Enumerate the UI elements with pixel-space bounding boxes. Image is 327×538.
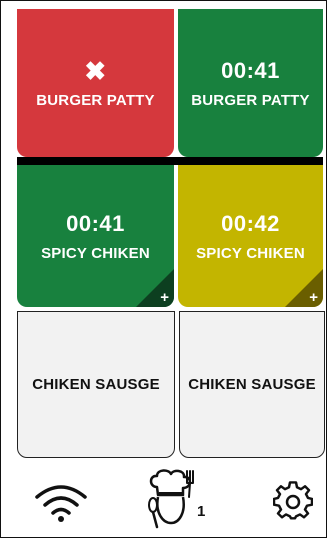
plus-icon[interactable]: + — [160, 290, 169, 305]
tile-burger-patty-2[interactable]: 00:41 BURGER PATTY — [178, 9, 323, 157]
bottom-bar: 1 — [1, 461, 326, 537]
tile-label: BURGER PATTY — [36, 91, 155, 109]
gear-icon[interactable] — [273, 481, 313, 521]
tile-timer: 00:42 — [221, 210, 280, 236]
tile-timer: 00:41 — [221, 57, 280, 83]
plus-icon[interactable]: + — [309, 290, 318, 305]
tile-chiken-sausge-2[interactable]: CHIKEN SAUSGE — [179, 311, 325, 458]
wifi-icon[interactable] — [33, 483, 89, 523]
tile-timer: 00:41 — [66, 210, 125, 236]
tile-label: CHIKEN SAUSGE — [32, 376, 160, 393]
tile-label: SPICY CHIKEN — [196, 244, 305, 262]
chef-count: 1 — [197, 503, 206, 520]
tile-spicy-chiken-2[interactable]: 00:42 SPICY CHIKEN + — [178, 165, 323, 307]
tile-grid: ✖ BURGER PATTY 00:41 BURGER PATTY 00:41 … — [1, 1, 326, 459]
row-divider — [17, 157, 323, 165]
tile-chiken-sausge-1[interactable]: CHIKEN SAUSGE — [17, 311, 175, 458]
tile-burger-patty-1[interactable]: ✖ BURGER PATTY — [17, 9, 174, 157]
tile-spicy-chiken-1[interactable]: 00:41 SPICY CHIKEN + — [17, 165, 174, 307]
app-frame: ✖ BURGER PATTY 00:41 BURGER PATTY 00:41 … — [0, 0, 327, 538]
tile-label: SPICY CHIKEN — [41, 244, 150, 262]
tile-label: CHIKEN SAUSGE — [188, 376, 316, 393]
close-icon: ✖ — [84, 55, 107, 86]
chef-icon[interactable] — [143, 467, 199, 531]
tile-label: BURGER PATTY — [191, 91, 310, 109]
